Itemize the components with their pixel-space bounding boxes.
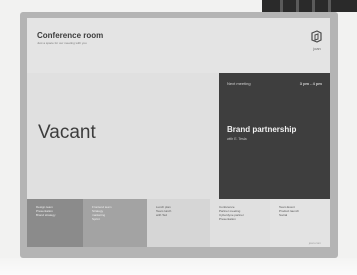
header: Conference room Just a space for our mee… [27, 18, 330, 73]
timeline-slot[interactable]: Design team Presentation Brand strategy [27, 199, 83, 247]
footer-text: joan.com [308, 241, 321, 245]
logo-icon [311, 30, 322, 43]
logo-text: joan [313, 46, 321, 51]
background-stripe [328, 0, 331, 12]
room-name: Conference room [37, 31, 104, 40]
next-meeting-time: 3 pm - 4 pm [299, 81, 322, 86]
background-surface [0, 258, 357, 275]
slot-line: Presentation [219, 217, 236, 221]
slot-line: Sprint [92, 217, 100, 221]
status-panel[interactable]: Vacant [27, 73, 219, 199]
next-meeting-label: Next meeting [227, 81, 251, 86]
status-text: Vacant [38, 122, 96, 143]
timeline-slot[interactable]: Frontend team Strategy marketing Sprint [83, 199, 147, 247]
background-stripe [280, 0, 283, 12]
booking-screen: Conference room Just a space for our mee… [27, 18, 330, 247]
room-description: Just a space for our meeting with you [37, 41, 87, 45]
background-stripe [312, 0, 315, 12]
timeline-slot[interactable]: Lunch plan Team lunch with Ted [147, 199, 210, 247]
slot-line: Brand strategy [36, 213, 56, 217]
next-meeting-title: Brand partnership [227, 125, 297, 134]
slot-line: Social [279, 213, 288, 217]
background-dark-area [262, 0, 357, 12]
timeline-slot[interactable]: Conference Partner meeting Cyberdyne par… [210, 199, 270, 247]
slot-line: with Ted [156, 213, 167, 217]
timeline: Design team Presentation Brand strategy … [27, 199, 330, 247]
next-meeting-subtitle: with E. Tesla [227, 137, 247, 141]
background-stripe [296, 0, 299, 12]
timeline-slot[interactable]: Team Event Product launch Social [270, 199, 330, 247]
next-meeting-panel[interactable]: Next meeting 3 pm - 4 pm Brand partnersh… [219, 73, 330, 199]
